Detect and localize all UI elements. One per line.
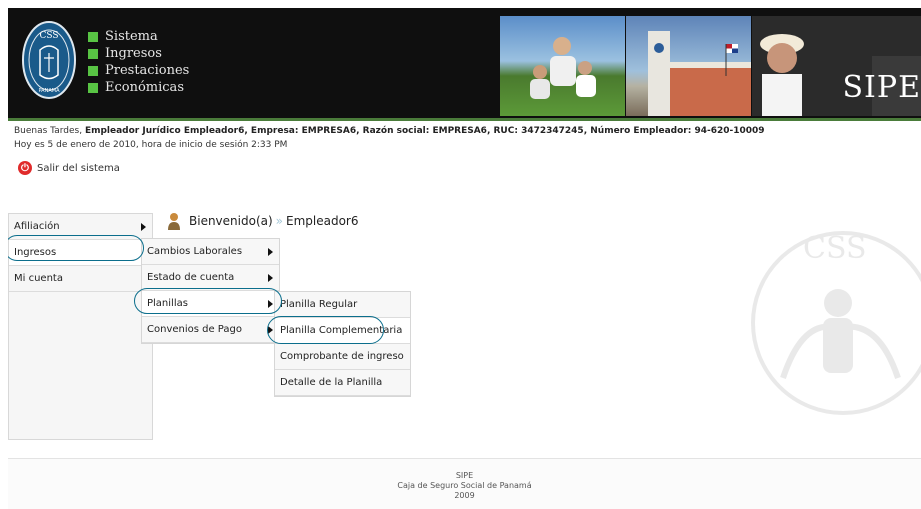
submenu-arrow-icon xyxy=(268,325,273,334)
logout-link[interactable]: ⏻ Salir del sistema xyxy=(18,161,120,175)
menu-mi-cuenta-label: Mi cuenta xyxy=(14,273,63,284)
user-icon xyxy=(168,213,180,230)
title-line: Prestaciones xyxy=(88,62,189,79)
logout-label[interactable]: Salir del sistema xyxy=(37,163,120,174)
svg-text:CSS: CSS xyxy=(39,31,58,41)
footer-line2: Caja de Seguro Social de Panamá xyxy=(397,481,532,490)
menu-planillas-label: Planillas xyxy=(147,298,188,309)
menu-ingresos[interactable]: Ingresos xyxy=(9,240,152,266)
bullet-icon xyxy=(88,82,98,93)
css-watermark: CSS xyxy=(751,231,921,415)
menu-estado-cuenta-label: Estado de cuenta xyxy=(147,272,235,283)
menu-planilla-regular[interactable]: Planilla Regular xyxy=(275,292,410,318)
app-frame: CSS PANAMA Sistema Ingresos Prestaciones… xyxy=(8,8,921,509)
submenu-ingresos: Cambios Laborales Estado de cuenta Plani… xyxy=(141,238,280,344)
brand-title: SIPE xyxy=(842,70,921,105)
menu-planilla-regular-label: Planilla Regular xyxy=(280,299,358,310)
user-info-line: Buenas Tardes, Empleador Jurídico Emplea… xyxy=(14,126,765,136)
css-logo: CSS PANAMA xyxy=(22,21,76,99)
page-footer: SIPE Caja de Seguro Social de Panamá 200… xyxy=(8,458,921,509)
header-banner: CSS PANAMA Sistema Ingresos Prestaciones… xyxy=(8,8,921,118)
menu-planilla-complementaria[interactable]: Planilla Complementaria xyxy=(275,318,410,344)
greeting-text: Buenas Tardes, xyxy=(14,126,83,136)
submenu-arrow-icon xyxy=(268,247,273,256)
menu-mi-cuenta[interactable]: Mi cuenta xyxy=(9,266,152,292)
welcome-label: Bienvenido(a) xyxy=(189,214,273,228)
employer-details: Empleador Jurídico Empleador6, Empresa: … xyxy=(84,126,765,136)
svg-text:PANAMA: PANAMA xyxy=(38,88,60,94)
submenu-arrow-icon xyxy=(141,222,146,231)
title-line: Sistema xyxy=(88,28,189,45)
menu-estado-cuenta[interactable]: Estado de cuenta xyxy=(142,265,279,291)
menu-afiliacion-label: Afiliación xyxy=(14,221,60,232)
submenu-arrow-icon xyxy=(268,299,273,308)
menu-planillas[interactable]: Planillas xyxy=(142,291,279,317)
menu-afiliacion[interactable]: Afiliación xyxy=(9,214,152,240)
menu-detalle-planilla[interactable]: Detalle de la Planilla xyxy=(275,370,410,396)
footer-line1: SIPE xyxy=(455,471,474,480)
breadcrumb-separator: » xyxy=(275,214,283,228)
menu-convenios-pago-label: Convenios de Pago xyxy=(147,324,242,335)
session-info-line: Hoy es 5 de enero de 2010, hora de inici… xyxy=(14,140,288,150)
svg-text:CSS: CSS xyxy=(803,231,867,266)
menu-comprobante-ingreso[interactable]: Comprobante de ingreso xyxy=(275,344,410,370)
menu-cambios-laborales[interactable]: Cambios Laborales xyxy=(142,239,279,265)
left-menu-panel: Afiliación Ingresos Mi cuenta xyxy=(8,213,153,440)
bullet-icon xyxy=(88,48,98,59)
welcome-message: Bienvenido(a) » Empleador6 xyxy=(167,212,359,230)
menu-detalle-planilla-label: Detalle de la Planilla xyxy=(280,377,383,388)
bullet-icon xyxy=(88,65,98,76)
bullet-icon xyxy=(88,31,98,42)
power-icon: ⏻ xyxy=(18,161,32,175)
submenu-planillas: Planilla Regular Planilla Complementaria… xyxy=(274,291,411,397)
menu-convenios-pago[interactable]: Convenios de Pago xyxy=(142,317,279,343)
menu-planilla-complementaria-label: Planilla Complementaria xyxy=(280,325,403,336)
building-photo-art xyxy=(648,31,751,116)
title-line: Económicas xyxy=(88,79,189,96)
menu-comprobante-ingreso-label: Comprobante de ingreso xyxy=(280,351,404,362)
family-photo-art xyxy=(530,37,596,99)
header-divider xyxy=(8,118,921,121)
system-title-block: Sistema Ingresos Prestaciones Económicas xyxy=(88,28,189,96)
menu-ingresos-label: Ingresos xyxy=(14,247,57,258)
title-line: Ingresos xyxy=(88,45,189,62)
family-photo xyxy=(500,16,625,116)
menu-cambios-laborales-label: Cambios Laborales xyxy=(147,246,243,257)
footer-line3: 2009 xyxy=(454,491,475,500)
building-photo xyxy=(626,16,751,116)
welcome-user: Empleador6 xyxy=(286,214,359,228)
submenu-arrow-icon xyxy=(268,273,273,282)
